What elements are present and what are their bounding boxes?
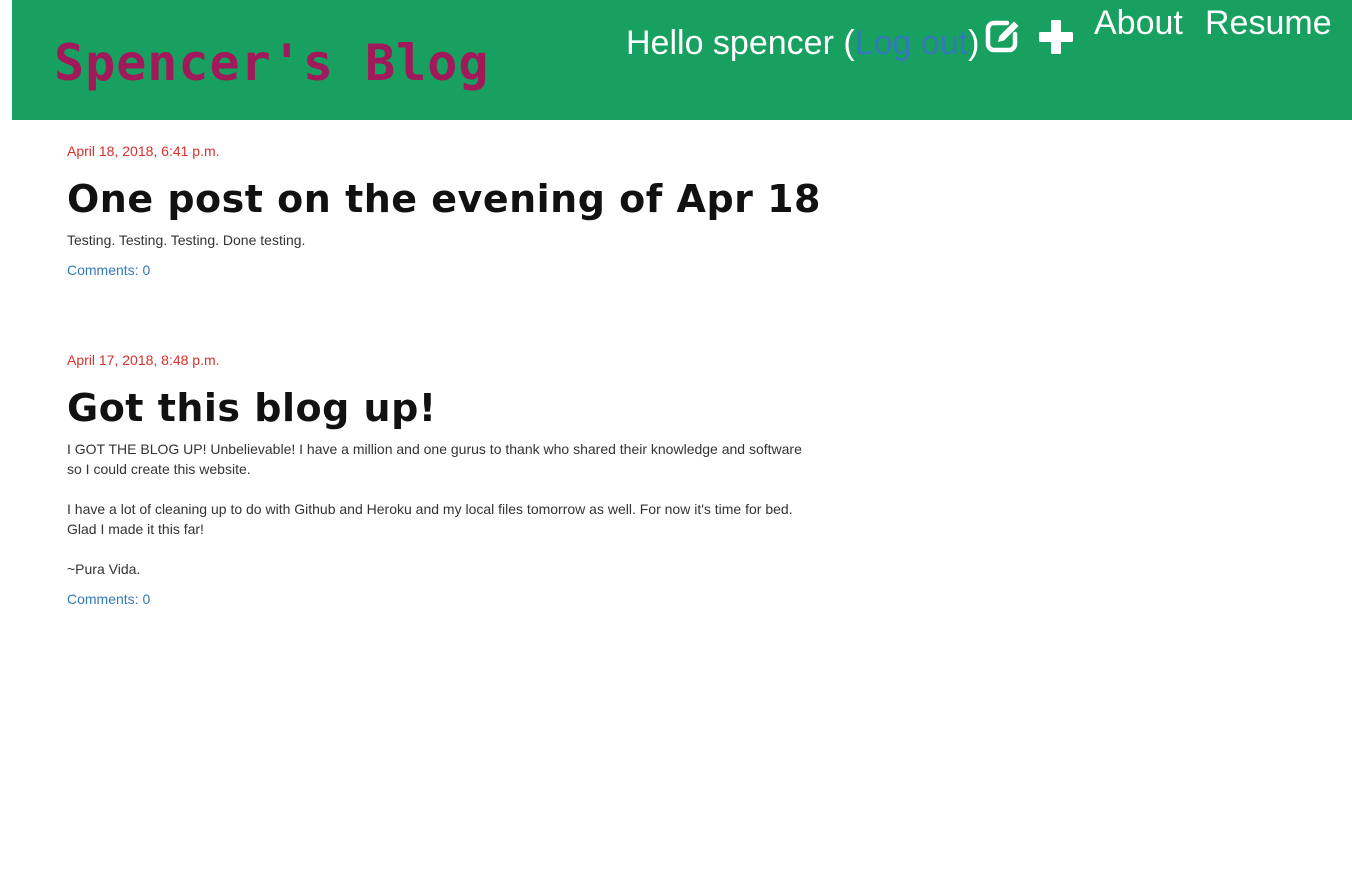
plus-icon [1039,20,1073,54]
comments-link[interactable]: Comments: 0 [67,260,150,280]
post-title[interactable]: One post on the evening of Apr 18 [67,174,821,224]
comments-link[interactable]: Comments: 0 [67,589,150,609]
post-title[interactable]: Got this blog up! [67,383,807,433]
add-button[interactable] [1038,19,1074,55]
site-title[interactable]: Spencer's Blog [54,33,489,93]
post-paragraph: I GOT THE BLOG UP! Unbelievable! I have … [67,441,802,477]
greeting-suffix: ) [968,24,980,62]
user-greeting: Hello spencer (Log out) [626,22,979,64]
post-date: April 17, 2018, 8:48 p.m. [67,352,220,368]
post-paragraph: I have a lot of cleaning up to do with G… [67,501,793,537]
greeting-prefix: Hello spencer ( [626,24,855,62]
post-paragraph: Testing. Testing. Testing. Done testing. [67,232,306,248]
post-date: April 18, 2018, 6:41 p.m. [67,143,220,159]
new-post-button[interactable] [983,17,1021,55]
nav-about[interactable]: About [1094,2,1183,44]
blog-post: April 18, 2018, 6:41 p.m. One post on th… [67,142,821,280]
post-body: Testing. Testing. Testing. Done testing. [67,230,807,250]
blog-post: April 17, 2018, 8:48 p.m. Got this blog … [67,351,807,609]
nav-resume[interactable]: Resume [1205,2,1332,44]
post-body: I GOT THE BLOG UP! Unbelievable! I have … [67,439,807,579]
logout-link[interactable]: Log out [855,24,968,62]
post-paragraph: ~Pura Vida. [67,561,141,577]
edit-icon [985,20,1019,53]
site-header: Spencer's Blog Hello spencer (Log out) A… [12,0,1352,120]
